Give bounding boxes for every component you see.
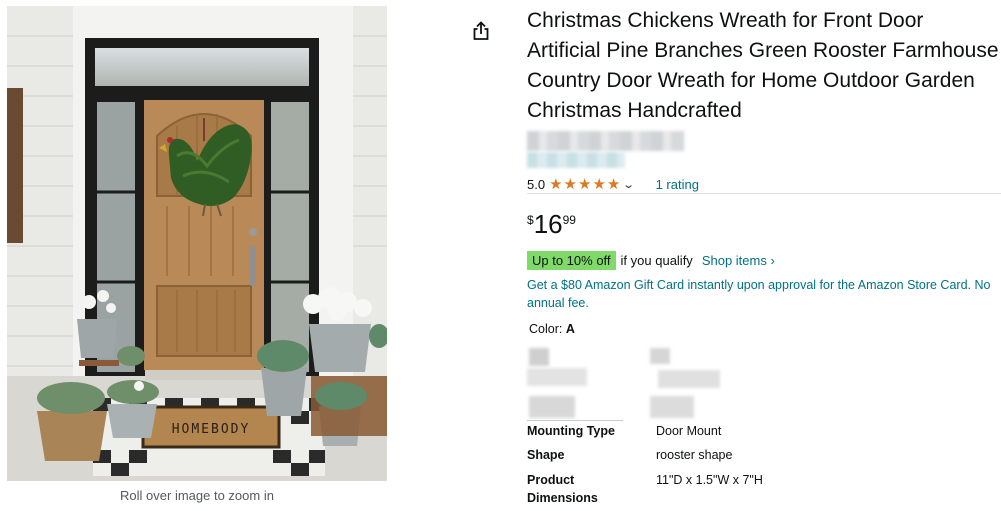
deal-badge: Up to 10% off (527, 251, 616, 270)
spec-key: Mounting Type (527, 424, 615, 438)
product-title: Christmas Chickens Wreath for Front Door… (527, 9, 999, 122)
price-symbol: $ (527, 213, 534, 227)
color-selection-label: Color: A (529, 322, 575, 336)
price-fraction: 99 (562, 213, 576, 227)
rating-count-link[interactable]: 1 rating (656, 177, 699, 192)
color-label: Color: (529, 322, 563, 336)
color-value: A (565, 322, 575, 336)
share-icon[interactable] (470, 20, 492, 42)
price-whole: 16 (533, 209, 563, 239)
rating-value: 5.0 (527, 176, 546, 192)
star-icon: ★ (592, 175, 606, 193)
zoom-hint: Roll over image to zoom in (120, 488, 274, 503)
star-icon: ★ (577, 175, 592, 193)
star-icon: ★ (549, 175, 563, 193)
star-icon: ★ (563, 175, 577, 193)
product-image[interactable]: HOMEBODY (7, 6, 387, 481)
store-card-offer-link[interactable]: Get a $80 Amazon Gift Card instantly upo… (527, 276, 997, 312)
chevron-down-icon[interactable]: ⌄ (623, 178, 636, 191)
rating-stars[interactable]: ★ ★ ★ ★ ★ (549, 177, 620, 192)
divider (527, 193, 1001, 194)
spec-key: Product Dimensions (527, 473, 598, 505)
spec-value: Door Mount (656, 424, 722, 438)
shop-items-link[interactable]: Shop items › (702, 253, 775, 268)
spec-key: Shape (527, 448, 565, 462)
price: $ 16 99 (527, 209, 576, 239)
deal-row: Up to 10% off if you qualify Shop items … (527, 251, 775, 270)
color-swatch[interactable] (648, 346, 720, 422)
spec-value: rooster shape (656, 448, 733, 462)
color-swatch[interactable] (527, 346, 597, 422)
product-info: Christmas Chickens Wreath for Front Door… (527, 6, 1001, 126)
spec-value: 11"D x 1.5"W x 7"H (656, 473, 763, 487)
spec-divider (527, 420, 623, 421)
brand-link-redacted[interactable] (527, 131, 684, 168)
product-image-column: HOMEBODY (7, 6, 387, 481)
deal-condition: if you qualify (620, 253, 693, 268)
doormat-text: HOMEBODY (172, 422, 251, 437)
star-icon: ★ (606, 175, 621, 193)
product-photo: HOMEBODY (7, 6, 387, 481)
rating-row: 5.0 ★ ★ ★ ★ ★ ⌄ 1 rating (527, 175, 699, 193)
